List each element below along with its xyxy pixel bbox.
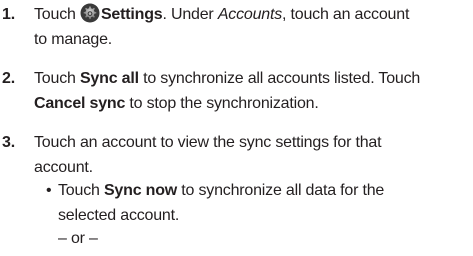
bullet-dot: • <box>46 182 52 199</box>
step-3-text-b: account. <box>34 159 93 176</box>
step-2-text-c: to synchronize all accounts listed. Touc… <box>138 70 421 87</box>
step-1: 1. Touch Settings. Under Accounts, touch… <box>0 2 470 52</box>
step-2: 2. Touch Sync all to synchronize all acc… <box>0 66 470 116</box>
step-3-number: 3. <box>2 134 15 151</box>
or-separator: – or – <box>58 230 98 247</box>
settings-gear-icon <box>80 3 100 23</box>
bullet-text-a: Touch <box>58 182 104 199</box>
step-1-text: Touch Settings. Under Accounts, touch an… <box>34 2 470 52</box>
step-1-text-d: . Under <box>162 6 218 23</box>
step-2-text-e: to stop the synchronization. <box>125 95 319 112</box>
step-1-text-g: to manage. <box>34 31 113 48</box>
bullet-text-d: selected account. <box>58 207 180 224</box>
step-2-cancel-sync-label: Cancel sync <box>34 95 126 112</box>
instruction-document: 1. Touch Settings. Under Accounts, touch… <box>0 0 473 256</box>
step-1-settings-label: Settings <box>100 6 163 23</box>
step-2-text-a: Touch <box>34 70 80 87</box>
step-1-text-f: , touch an account <box>282 6 410 23</box>
step-3: 3. Touch an account to view the sync set… <box>0 130 470 180</box>
bullet-sync-now-label: Sync now <box>103 182 178 199</box>
step-2-number: 2. <box>2 70 15 87</box>
step-3-bullet-text: Touch Sync now to synchronize all data f… <box>58 178 470 228</box>
step-2-sync-all-label: Sync all <box>79 70 139 87</box>
step-1-text-a: Touch <box>34 6 80 23</box>
step-3-text-a: Touch an account to view the sync settin… <box>34 134 382 151</box>
step-2-text: Touch Sync all to synchronize all accoun… <box>34 66 470 116</box>
bullet-text-c: to synchronize all data for the <box>177 182 385 199</box>
step-3-text: Touch an account to view the sync settin… <box>34 130 470 180</box>
step-3-bullet: • Touch Sync now to synchronize all data… <box>46 178 470 228</box>
step-1-accounts-label: Accounts <box>217 6 283 23</box>
step-1-number: 1. <box>2 6 15 23</box>
